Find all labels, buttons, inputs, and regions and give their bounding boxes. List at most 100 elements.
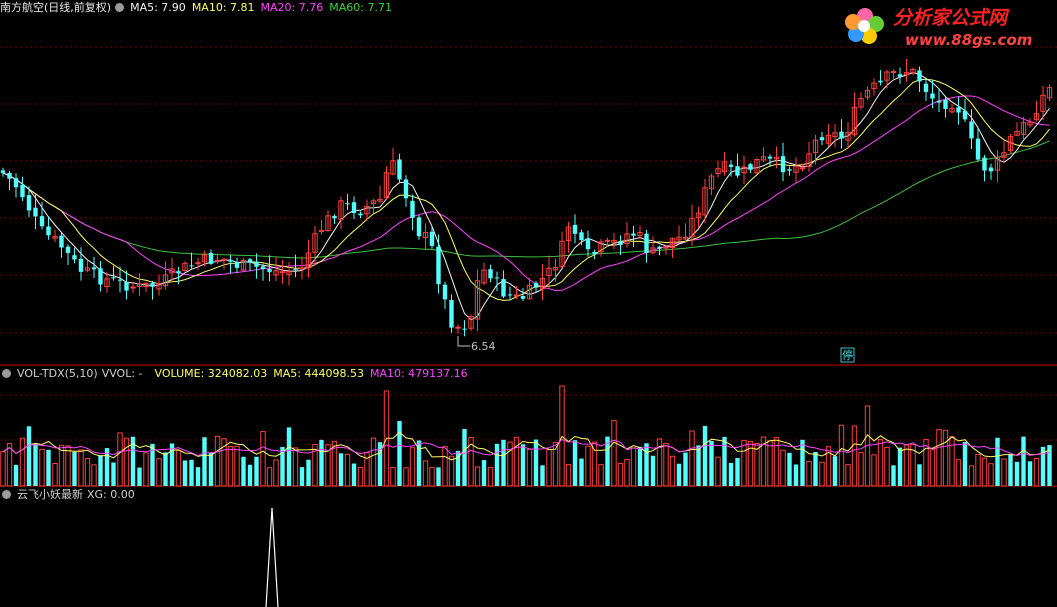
- candle-body: [988, 167, 994, 172]
- volume-bar: [955, 459, 962, 487]
- volume-bar: [877, 439, 884, 487]
- candle-body: [501, 278, 506, 297]
- volume-bar: [202, 437, 207, 486]
- volume-bar: [995, 437, 1000, 486]
- candle-body: [455, 326, 461, 329]
- volume-bar: [338, 453, 344, 486]
- volume-bar: [630, 447, 637, 487]
- candle-body: [839, 131, 844, 139]
- main-panel-header: 南方航空(日线,前复权) MA5: 7.90 MA10: 7.81 MA20: 7.7…: [0, 0, 398, 15]
- candle-body: [644, 233, 649, 253]
- volume-bar: [650, 455, 656, 486]
- watermark-url: www.88gs.com: [905, 31, 1032, 49]
- candle-body: [72, 255, 77, 260]
- candle-body: [819, 137, 825, 141]
- candle-body: [267, 268, 272, 273]
- candle-body: [592, 251, 597, 254]
- candle-body: [520, 295, 526, 299]
- candle-body: [618, 241, 623, 246]
- volume-bar: [858, 452, 864, 487]
- volume-bar: [448, 455, 455, 487]
- candle-body: [943, 99, 948, 109]
- volume-bar: [897, 447, 903, 486]
- candle-body: [189, 265, 194, 267]
- candle-body: [13, 178, 19, 188]
- volume-bar: [442, 446, 448, 487]
- volume-bar: [84, 458, 91, 487]
- volume-bar: [624, 459, 630, 487]
- candle-body: [208, 252, 214, 264]
- volume-bar: [669, 455, 676, 487]
- candle-body: [176, 271, 181, 274]
- signal-indicator-name: 云飞小妖最新: [17, 488, 83, 501]
- volume-bar: [208, 452, 214, 486]
- candle-body: [631, 233, 636, 236]
- volume-bar: [292, 447, 299, 487]
- volume-bar: [676, 463, 682, 486]
- volume-bar: [494, 443, 500, 486]
- candle-body: [429, 231, 435, 246]
- signal-panel-header: 云飞小妖最新 XG: 0.00: [2, 487, 141, 502]
- volume-bar: [1047, 445, 1052, 486]
- candle-body: [917, 70, 922, 82]
- vvol-value: VVOL: -: [101, 367, 143, 380]
- volume-bar: [728, 462, 734, 486]
- candle-body: [416, 217, 422, 237]
- candle-body: [507, 294, 513, 296]
- settings-circle-icon[interactable]: [115, 3, 125, 12]
- candle-body: [878, 80, 883, 83]
- volume-bar: [370, 437, 377, 487]
- ma60-line: [2, 140, 1050, 259]
- candle-body: [234, 262, 240, 268]
- candle-body: [299, 267, 305, 270]
- volume-bar: [481, 460, 487, 486]
- volume-bar: [793, 464, 799, 486]
- volume-bar: [19, 437, 26, 487]
- ma20-value: MA20: 7.76: [260, 1, 324, 14]
- candle-body: [533, 282, 539, 288]
- volume-bar: [988, 463, 994, 487]
- candle-body: [462, 328, 467, 330]
- candle-body: [130, 286, 136, 289]
- stock-chart[interactable]: 6.54 停: [0, 0, 1057, 607]
- candle-body: [748, 164, 753, 170]
- volume-bar: [351, 463, 357, 486]
- volume-bar: [344, 453, 351, 487]
- volume-bar: [1021, 436, 1026, 486]
- candle-body: [91, 267, 97, 270]
- volume-bar: [241, 456, 246, 486]
- volume-bar: [644, 443, 649, 486]
- volume-bar: [871, 454, 877, 487]
- candle-body: [663, 246, 669, 249]
- volume-bar: [813, 452, 818, 486]
- candle-body: [936, 100, 942, 103]
- volume-bar: [13, 464, 19, 486]
- volume-bar: [319, 439, 324, 486]
- halt-marker: 停: [842, 348, 853, 362]
- watermark-text: 分析家公式网: [893, 7, 1010, 29]
- volume-bar: [546, 448, 552, 487]
- volume-settings-circle-icon[interactable]: [2, 369, 11, 378]
- volume-bar: [929, 447, 936, 487]
- volume-bar: [767, 440, 773, 487]
- volume-bar: [949, 436, 955, 487]
- candle-body: [969, 121, 974, 139]
- candle-body: [33, 207, 38, 217]
- volume-bar: [123, 437, 130, 487]
- volume-bar: [942, 429, 949, 487]
- volume-bar: [696, 445, 701, 486]
- volume-bar: [306, 459, 311, 486]
- candle-body: [0, 170, 6, 173]
- volume-bar: [247, 464, 253, 486]
- volume-bar: [422, 460, 429, 487]
- candle-body: [604, 239, 611, 242]
- volume-bar: [981, 457, 988, 487]
- volume-bar: [357, 466, 364, 487]
- ma20-line: [2, 95, 1050, 292]
- volume-bar: [851, 425, 858, 487]
- candle-body: [930, 93, 935, 99]
- candle-body: [111, 277, 116, 279]
- signal-settings-circle-icon[interactable]: [2, 490, 11, 499]
- candle-body: [332, 215, 337, 219]
- volume-bar: [409, 447, 416, 487]
